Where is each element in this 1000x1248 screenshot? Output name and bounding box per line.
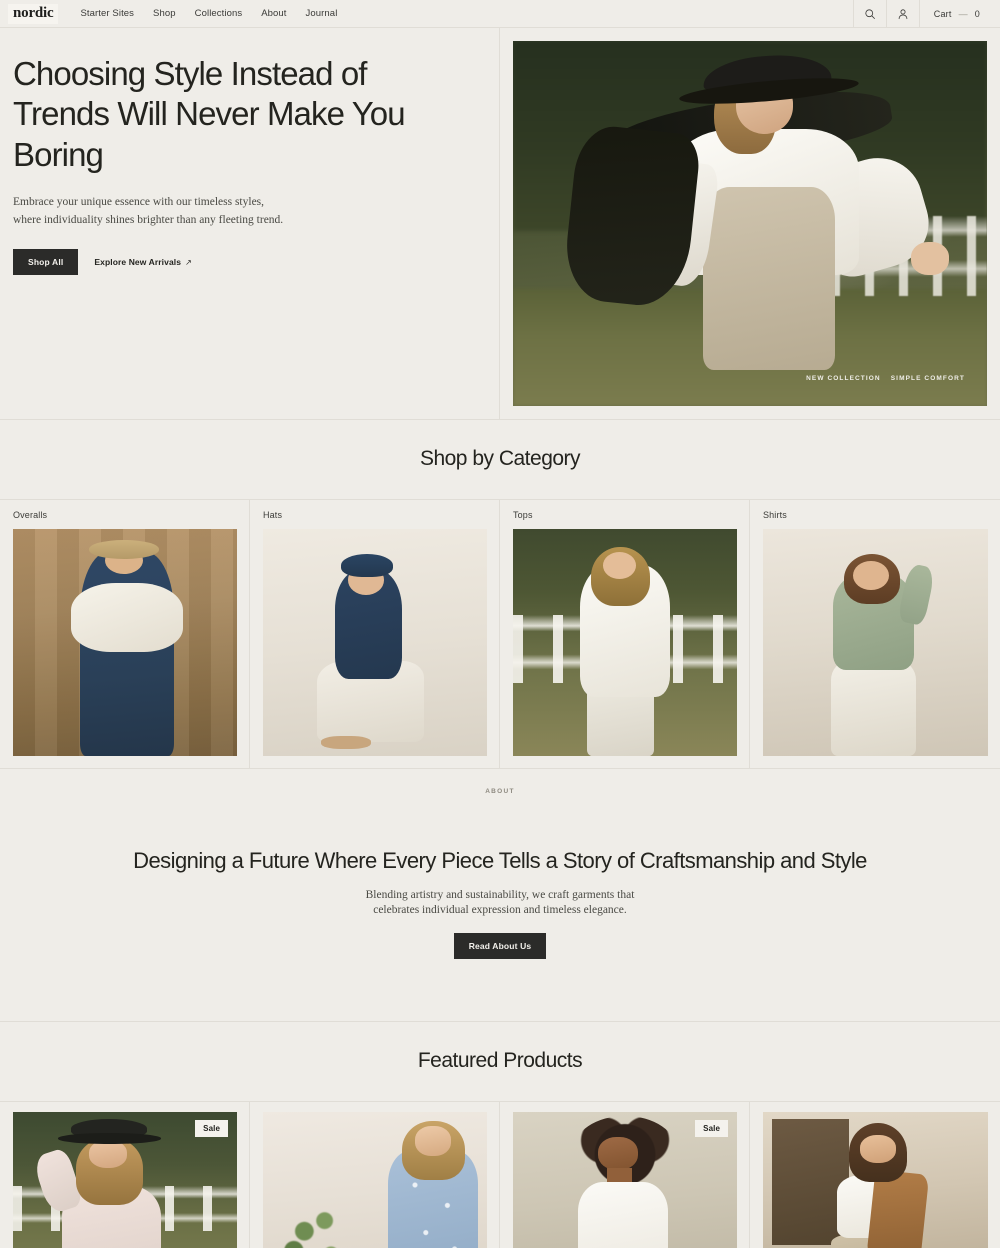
sale-badge: Sale [195,1120,228,1137]
category-image-pants [830,660,916,756]
search-icon [865,8,875,19]
account-button[interactable] [885,0,919,28]
category-image-hat [341,553,393,577]
shop-all-button[interactable]: Shop All [13,249,79,276]
product-image-head [598,1136,639,1170]
product-card[interactable] [750,1102,1000,1248]
product-image [263,1112,487,1248]
about-actions: Read About Us [0,933,1000,960]
category-card-tops[interactable]: Tops [500,500,750,768]
cart-label: Cart [933,8,952,19]
product-image-hat-brim [57,1133,161,1144]
hero-section: Choosing Style Instead of Trends Will Ne… [0,28,1000,420]
explore-link-label: Explore New Arrivals [94,257,182,268]
search-button[interactable] [852,0,886,28]
category-card-overalls[interactable]: Overalls [0,500,250,768]
category-card-shirts[interactable]: Shirts [750,500,1000,768]
hero-image-overall [702,187,836,370]
product-image-head [89,1140,128,1168]
about-section: ABOUT Designing a Future Where Every Pie… [0,769,1000,1022]
header-actions: Cart — 0 [852,0,992,28]
category-image-hats [263,529,487,756]
nav-item-collections[interactable]: Collections [195,8,243,19]
category-image-shirts [763,529,988,756]
nav-item-shop[interactable]: Shop [153,8,176,19]
nav-item-journal[interactable]: Journal [306,8,338,19]
category-label: Shirts [763,510,787,520]
featured-products-grid: Sale Sale [0,1101,1000,1248]
hero-caption-right: SIMPLE COMFORT [890,375,965,382]
nav-item-starter-sites[interactable]: Starter Sites [80,8,134,19]
cart-separator: — [958,8,968,19]
category-card-hats[interactable]: Hats [250,500,500,768]
category-image-shoe [321,735,371,750]
product-image [763,1112,988,1248]
category-label: Hats [263,510,283,520]
product-card[interactable]: Sale [0,1102,250,1248]
cart-count: 0 [974,8,980,19]
page-root: nordic Starter Sites Shop Collections Ab… [0,0,1000,1248]
hero-image-right-hand [911,241,950,275]
about-body-line-2: celebrates individual expression and tim… [373,904,627,917]
product-card[interactable] [250,1102,500,1248]
product-card[interactable]: Sale [500,1102,750,1248]
brand-logo[interactable]: nordic [8,3,59,24]
product-image-plant [276,1196,358,1248]
category-image-figure [80,551,175,756]
explore-new-arrivals-link[interactable]: Explore New Arrivals ↗ [94,257,192,267]
arrow-up-right-icon: ↗ [185,257,192,267]
product-image-head [859,1134,896,1163]
hero-content: Choosing Style Instead of Trends Will Ne… [0,28,500,419]
hero-image-caption: NEW COLLECTION SIMPLE COMFORT [806,375,965,382]
category-image-head [602,551,637,579]
read-about-us-button[interactable]: Read About Us [453,933,547,960]
product-image: Sale [13,1112,237,1248]
hero-title: Choosing Style Instead of Trends Will Ne… [13,55,406,173]
about-title: Designing a Future Where Every Piece Tel… [133,848,867,873]
category-image-sweater [71,583,184,652]
about-eyebrow: ABOUT [485,788,515,795]
hero-image: NEW COLLECTION SIMPLE COMFORT [513,41,987,406]
hero-caption-left: NEW COLLECTION [806,375,881,382]
brand-logo-text: nordic [13,4,54,21]
nav-item-about[interactable]: About [261,8,286,19]
about-body-line-1: Blending artistry and sustainability, we… [365,889,635,902]
category-grid: Overalls Hats Tops Shirts [0,499,1000,769]
user-icon [898,8,908,19]
hero-image-wrap: NEW COLLECTION SIMPLE COMFORT [500,28,999,419]
sale-badge: Sale [695,1120,728,1137]
featured-products-title: Featured Products [417,1049,583,1072]
category-image-hat [89,540,159,559]
category-image-arm [896,563,936,627]
product-image: Sale [513,1112,737,1248]
category-image-overalls [13,529,237,756]
shop-by-category-title: Shop by Category [419,447,581,470]
category-image-tops [513,529,737,756]
site-header: nordic Starter Sites Shop Collections Ab… [0,0,1000,28]
product-image-head [415,1126,452,1156]
category-label: Overalls [13,510,48,520]
hero-subtitle: Embrace your unique essence with our tim… [13,195,284,226]
cart-button[interactable]: Cart — 0 [918,0,992,28]
category-image-head [853,560,889,591]
main-navigation: Starter Sites Shop Collections About Jou… [80,8,337,19]
category-label: Tops [513,510,533,520]
about-body: Blending artistry and sustainability, we… [0,888,1000,918]
hero-actions: Shop All Explore New Arrivals ↗ [13,249,485,276]
product-image-body [577,1182,668,1248]
